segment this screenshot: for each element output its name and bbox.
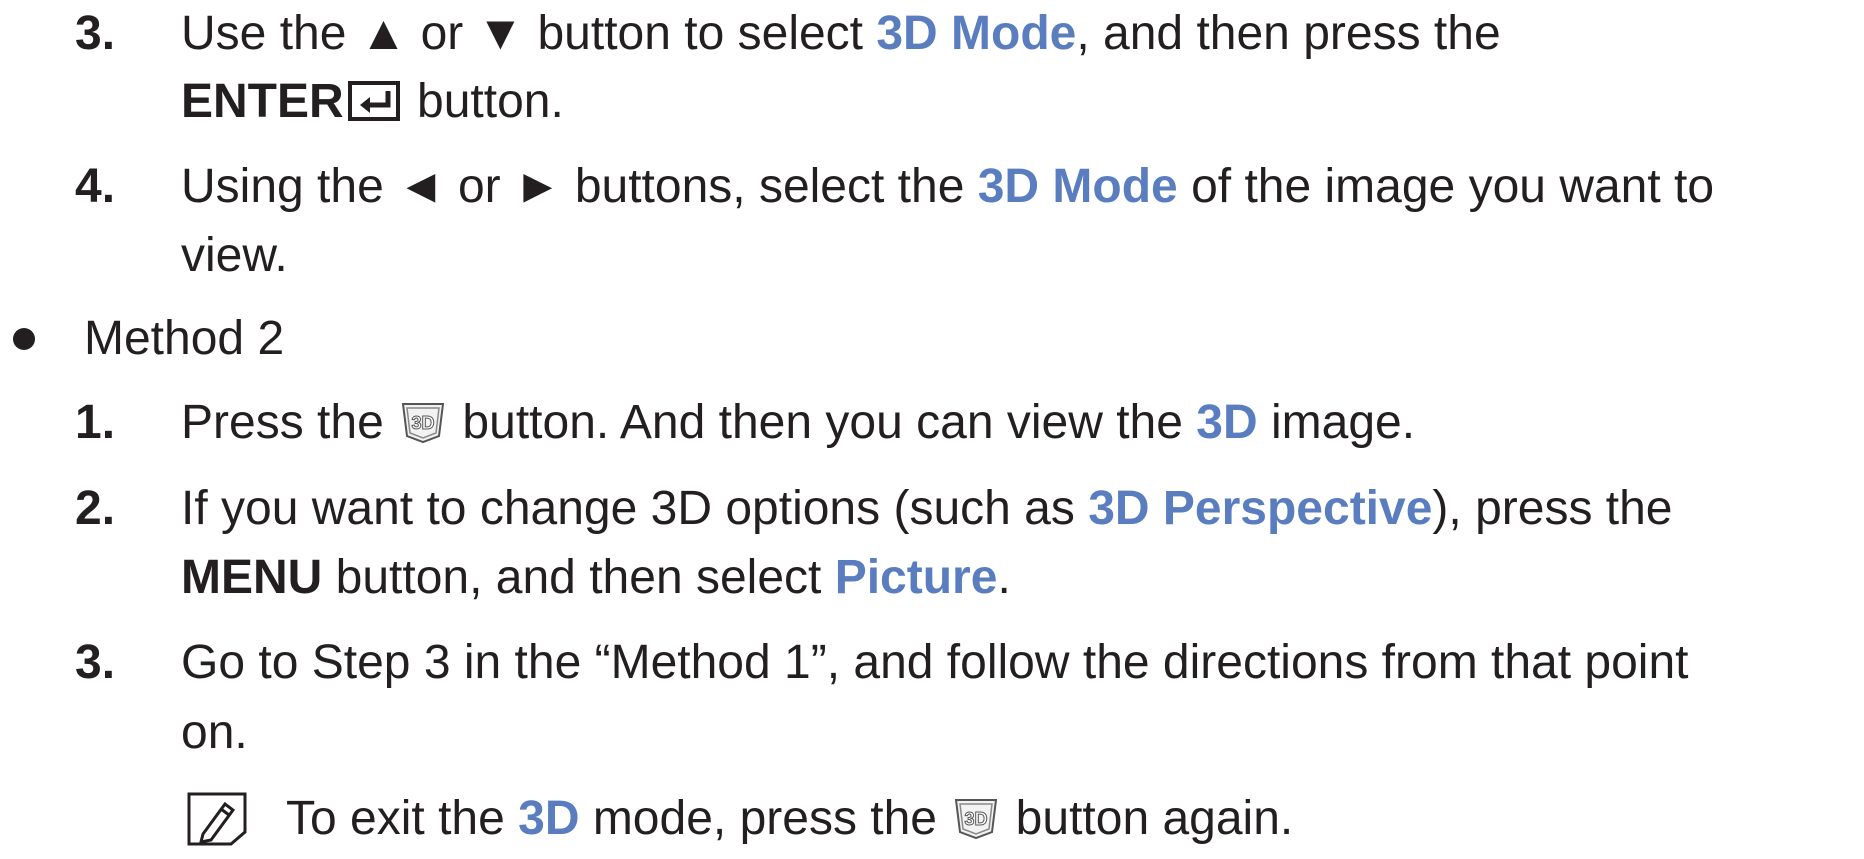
3d-button-icon: 3D — [397, 398, 449, 457]
step-text: Using the ◄ or ► buttons, select the 3D … — [181, 159, 1714, 215]
svg-text:3D: 3D — [412, 413, 435, 433]
highlight-3d: 3D — [518, 792, 580, 845]
highlight-3d-mode: 3D Mode — [977, 160, 1178, 213]
step-text: If you want to change 3D options (such a… — [181, 481, 1673, 537]
svg-text:3D: 3D — [965, 809, 988, 829]
text-run: , and then press the — [1076, 7, 1501, 60]
text-run: ), press the — [1432, 482, 1673, 535]
text-run: If you want to change 3D options (such a… — [181, 482, 1089, 535]
text-run: of the image you want to — [1177, 160, 1715, 213]
step-number: 4. — [75, 160, 116, 213]
text-run: . — [997, 551, 1011, 604]
step-number: 2. — [75, 482, 116, 535]
note-text: To exit the 3D mode, press the 3D button… — [286, 791, 1293, 853]
text-run: image. — [1257, 396, 1416, 449]
menu-label: MENU — [181, 551, 323, 604]
text-run: mode, press the — [579, 792, 951, 845]
text-run: Use the ▲ or ▼ button to select — [181, 7, 877, 60]
step-text: Go to Step 3 in the “Method 1”, and foll… — [181, 636, 1689, 689]
text-run: button. — [403, 75, 564, 128]
highlight-picture: Picture — [834, 551, 998, 604]
text-run: Using the ◄ or ► buttons, select the — [181, 160, 978, 213]
step-number: 1. — [75, 396, 116, 449]
text-run: button again. — [1002, 792, 1294, 845]
text-run: Press the — [181, 396, 398, 449]
step-number: 3. — [75, 7, 116, 60]
step-text: Use the ▲ or ▼ button to select 3D Mode,… — [181, 6, 1501, 62]
highlight-3d: 3D — [1196, 396, 1258, 449]
step-text: Press the 3D button. And then you can vi… — [181, 395, 1415, 457]
enter-label: ENTER — [181, 75, 344, 128]
text-run: button, and then select — [322, 551, 835, 604]
step-number: 3. — [75, 636, 116, 689]
step-text-continued: MENU button, and then select Picture. — [181, 550, 1011, 606]
3d-button-icon: 3D — [950, 794, 1002, 853]
method-2-heading: Method 2 — [84, 312, 285, 365]
step-text-continued: view. — [181, 229, 288, 282]
text-run: To exit the — [286, 792, 519, 845]
note-pencil-icon — [185, 790, 249, 859]
highlight-3d-perspective: 3D Perspective — [1088, 482, 1433, 535]
step-text-continued: ENTER button. — [181, 74, 564, 136]
enter-key-icon — [344, 79, 404, 136]
step-text-continued: on. — [181, 706, 248, 759]
text-run: button. And then you can view the — [449, 396, 1197, 449]
note-icon-wrap — [185, 790, 249, 859]
bullet — [13, 328, 35, 350]
highlight-3d-mode: 3D Mode — [876, 7, 1077, 60]
